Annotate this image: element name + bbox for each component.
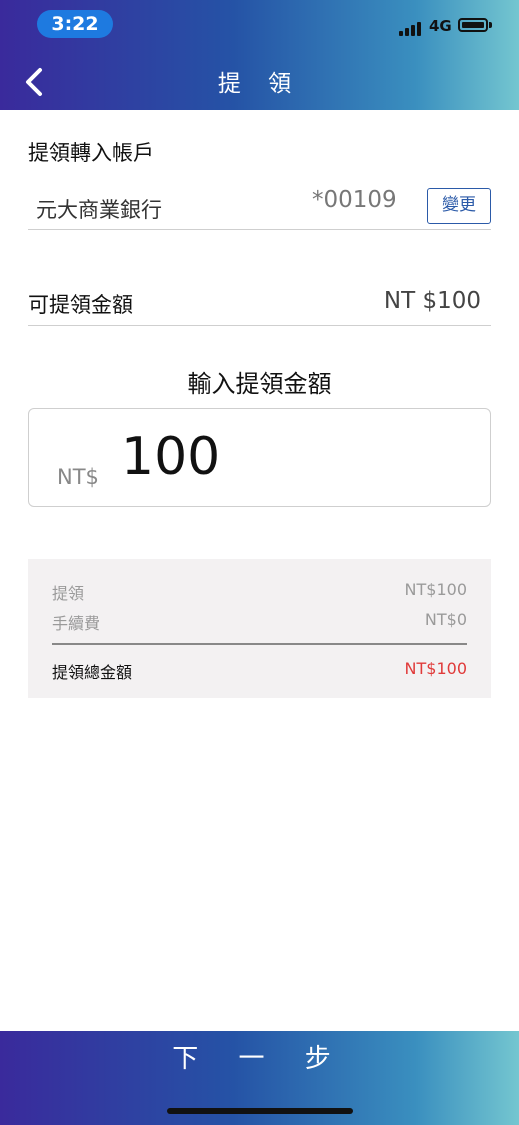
divider (28, 229, 491, 230)
bank-name: 元大商業銀行 (36, 198, 162, 222)
home-indicator[interactable] (167, 1108, 353, 1114)
summary-fee-value: NT$0 (424, 610, 467, 629)
amount-input[interactable]: NT$ 100 (28, 408, 491, 507)
fee-summary-panel: 提領 NT$100 手續費 NT$0 提領總金額 NT$100 (28, 559, 491, 698)
summary-withdraw-label: 提領 (52, 584, 85, 603)
network-type: 4G (429, 17, 452, 35)
enter-amount-label: 輸入提領金額 (187, 370, 332, 398)
footer-bar: 下 一 步 (0, 1031, 519, 1125)
next-step-button[interactable]: 下 一 步 (0, 1031, 519, 1087)
header-bar: 3:22 4G 提 領 (0, 0, 519, 110)
signal-icon (399, 20, 425, 36)
amount-currency: NT$ (57, 465, 99, 489)
summary-total-label: 提領總金額 (52, 663, 133, 682)
change-account-button[interactable]: 變更 (427, 188, 491, 224)
status-time: 3:22 (37, 10, 113, 38)
page-title: 提 領 (217, 71, 302, 97)
available-amount-value: NT $100 (383, 288, 481, 314)
summary-divider (52, 643, 467, 645)
battery-tip (489, 22, 492, 28)
summary-total-value: NT$100 (404, 659, 467, 678)
account-number: *00109 (312, 187, 397, 213)
available-amount-label: 可提領金額 (28, 293, 133, 317)
divider (28, 325, 491, 326)
summary-withdraw-value: NT$100 (404, 580, 467, 599)
amount-value[interactable]: 100 (121, 427, 220, 487)
account-section-label: 提領轉入帳戶 (28, 141, 154, 165)
summary-fee-label: 手續費 (52, 614, 101, 633)
battery-icon (458, 18, 488, 32)
